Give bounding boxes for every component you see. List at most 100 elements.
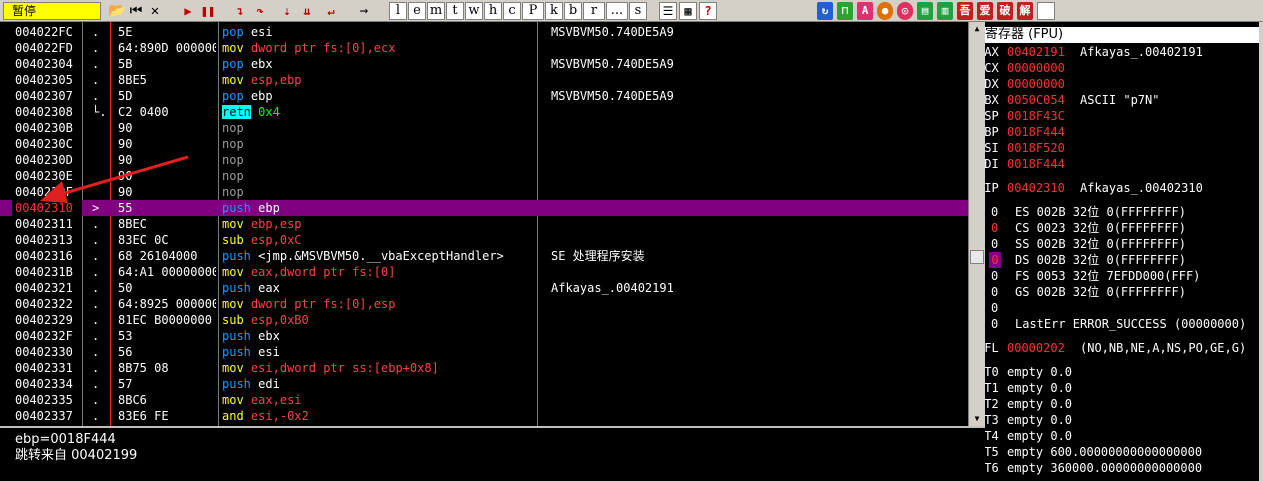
plugin-red-2-icon[interactable]: 爱: [977, 2, 993, 20]
window-button-p[interactable]: P: [522, 2, 544, 20]
plugin-red-1-icon[interactable]: 吾: [957, 2, 973, 20]
window-button-more[interactable]: ...: [606, 2, 628, 20]
window-button-h[interactable]: h: [484, 2, 502, 20]
window-button-c[interactable]: c: [503, 2, 521, 20]
step-into-icon[interactable]: ↴: [231, 2, 249, 20]
plugin-red-4-icon[interactable]: 解: [1017, 2, 1033, 20]
register-value[interactable]: 0018F444: [1007, 124, 1065, 140]
pause-icon[interactable]: ❚❚: [199, 2, 217, 20]
disasm-row[interactable]: 0040230E 90 nop: [0, 168, 968, 184]
disasm-row[interactable]: 00402330. 56 push esi: [0, 344, 968, 360]
disasm-row[interactable]: 00402331. 8B75 08 mov esi,dword ptr ss:[eb…: [0, 360, 968, 376]
window-button-k[interactable]: k: [545, 2, 563, 20]
row-instruction: nop: [222, 136, 244, 152]
flag-bit[interactable]: 0: [991, 268, 998, 284]
list-icon[interactable]: ☰: [659, 2, 677, 20]
disasm-row[interactable]: 00402316. 68 26104000 push <jmp.&MSVBVM50.…: [0, 248, 968, 264]
disassembly-pane[interactable]: 004022FC. 5E pop esi MSVBVM50.740DE5A9 00402…: [0, 22, 985, 481]
row-mnemonic: push: [222, 201, 251, 215]
flag-bit[interactable]: 0: [991, 316, 998, 332]
row-instruction: mov dword ptr fs:[0],esp: [222, 296, 395, 312]
flag-bit[interactable]: 0: [991, 284, 998, 300]
fpu-name: ST0: [985, 365, 999, 379]
row-hex: 90: [118, 137, 133, 151]
registers-pane[interactable]: 寄存器 (FPU) EAX 00402191 Afkayas_.00402191 EC…: [985, 22, 1263, 481]
register-value[interactable]: 0018F520: [1007, 140, 1065, 156]
execute-till-return-icon[interactable]: ↵: [322, 2, 340, 20]
register-value[interactable]: 0018F444: [1007, 156, 1065, 172]
disasm-row[interactable]: 0040231B. 64:A1 00000000 mov eax,dword ptr…: [0, 264, 968, 280]
register-value[interactable]: 00000000: [1007, 60, 1065, 76]
window-button-l[interactable]: l: [389, 2, 407, 20]
register-value[interactable]: 00402310: [1007, 180, 1065, 196]
register-value[interactable]: 0018F43C: [1007, 108, 1065, 124]
disasm-row[interactable]: 00402310 >55 push ebp: [0, 200, 968, 216]
disasm-row[interactable]: 00402305. 8BE5 mov esp,ebp: [0, 72, 968, 88]
disasm-row[interactable]: 0040230C 90 nop: [0, 136, 968, 152]
window-button-s[interactable]: s: [629, 2, 647, 20]
row-address: 00402311: [15, 217, 73, 231]
plugin-icon[interactable]: ⊓: [837, 2, 853, 20]
run-icon[interactable]: ▶: [179, 2, 197, 20]
disasm-row[interactable]: 004022FD. 64:890D 00000000 mov dword ptr f…: [0, 40, 968, 56]
register-value[interactable]: 00000000: [1007, 76, 1065, 92]
refresh-icon[interactable]: ↻: [817, 2, 833, 20]
disasm-row[interactable]: 004022FC. 5E pop esi MSVBVM50.740DE5A9: [0, 24, 968, 40]
disasm-row[interactable]: 00402322. 64:8925 00000000 mov dword ptr f…: [0, 296, 968, 312]
row-hex: 64:A1 00000000: [118, 265, 216, 279]
disasm-row[interactable]: 00402335. 8BC6 mov eax,esi: [0, 392, 968, 408]
a-plugin-icon[interactable]: A: [857, 2, 873, 20]
window-button-m[interactable]: m: [427, 2, 445, 20]
disasm-row[interactable]: 0040232F. 53 push ebx: [0, 328, 968, 344]
disassembly-scrollbar[interactable]: ▲ ▼: [968, 22, 985, 426]
registers-scrollbar[interactable]: [1259, 22, 1263, 481]
disasm-row[interactable]: 0040230D 90 nop: [0, 152, 968, 168]
disasm-row[interactable]: 00402334. 57 push edi: [0, 376, 968, 392]
help-button[interactable]: ?: [699, 2, 717, 20]
flag-bit[interactable]: 0: [991, 220, 998, 236]
row-mnemonic: nop: [222, 137, 244, 151]
flag-bit[interactable]: 0: [991, 300, 998, 316]
goto-icon[interactable]: →: [355, 2, 373, 20]
register-value[interactable]: 00402191: [1007, 44, 1065, 60]
trace-over-icon[interactable]: ⇊: [298, 2, 316, 20]
flag-bit[interactable]: 0: [989, 252, 1001, 268]
disasm-row[interactable]: 00402311. 8BEC mov ebp,esp: [0, 216, 968, 232]
blank-button[interactable]: [1037, 2, 1055, 20]
disasm-row[interactable]: 00402329. 81EC B0000000 sub esp,0xB0: [0, 312, 968, 328]
disasm-row[interactable]: 00402304. 5B pop ebx MSVBVM50.740DE5A9: [0, 56, 968, 72]
disasm-row[interactable]: 0040230F 90 nop: [0, 184, 968, 200]
flag-bit[interactable]: 0: [991, 236, 998, 252]
scroll-thumb[interactable]: [970, 250, 984, 264]
disasm-row[interactable]: 00402321. 50 push eax Afkayas_.00402191: [0, 280, 968, 296]
record-icon[interactable]: ●: [877, 2, 893, 20]
close-process-icon[interactable]: ✕: [146, 2, 164, 20]
row-mnemonic: mov: [222, 73, 244, 87]
row-operand: esi: [279, 393, 302, 407]
window-button-w[interactable]: w: [465, 2, 483, 20]
step-over-icon[interactable]: ↷: [251, 2, 269, 20]
register-value[interactable]: 0050C054: [1007, 92, 1065, 108]
disasm-row[interactable]: 00402308 └. C2 0400 retn 0x4: [0, 104, 968, 120]
scroll-down-icon[interactable]: ▼: [970, 412, 984, 426]
plugin-red-3-icon[interactable]: 破: [997, 2, 1013, 20]
register-value[interactable]: 00000202: [1007, 340, 1065, 356]
window-button-e[interactable]: e: [408, 2, 426, 20]
row-instruction: retn 0x4: [222, 104, 280, 120]
window-button-r[interactable]: r: [583, 2, 605, 20]
table-icon[interactable]: ▥: [937, 2, 953, 20]
grid-icon[interactable]: ▤: [917, 2, 933, 20]
disasm-row[interactable]: 00402313. 83EC 0C sub esp,0xC: [0, 232, 968, 248]
options-icon[interactable]: ▦: [679, 2, 697, 20]
disasm-row[interactable]: 00402307. 5D pop ebp MSVBVM50.740DE5A9: [0, 88, 968, 104]
open-file-icon[interactable]: 📂: [108, 2, 126, 20]
rewind-icon[interactable]: ⏮: [127, 2, 145, 20]
disasm-row[interactable]: 00402337. 83E6 FE and esi,-0x2: [0, 408, 968, 424]
disasm-row[interactable]: 0040230B 90 nop: [0, 120, 968, 136]
scroll-up-icon[interactable]: ▲: [970, 22, 984, 36]
window-button-b[interactable]: b: [564, 2, 582, 20]
trace-into-icon[interactable]: ⇣: [278, 2, 296, 20]
flag-bit[interactable]: 0: [991, 204, 998, 220]
target-icon[interactable]: ◎: [897, 2, 913, 20]
window-button-t[interactable]: t: [446, 2, 464, 20]
